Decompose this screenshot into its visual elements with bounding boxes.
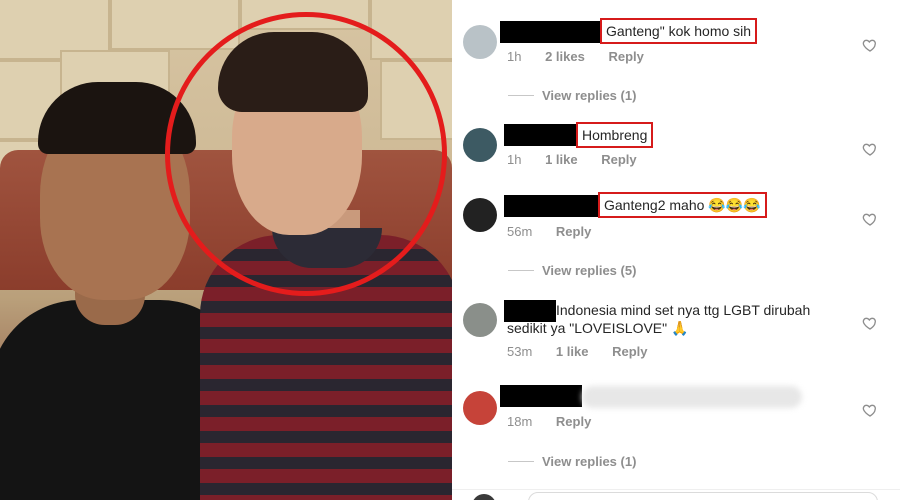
heart-outline-icon[interactable] (862, 141, 878, 157)
likes-count[interactable]: 1 like (556, 344, 589, 359)
view-replies-button[interactable]: View replies (1) (542, 454, 636, 469)
avatar[interactable] (463, 303, 497, 337)
view-replies-line (508, 95, 534, 96)
reply-button[interactable]: Reply (608, 49, 643, 64)
comment-time: 56m (507, 224, 533, 239)
current-user-avatar (472, 494, 496, 500)
heart-outline-icon[interactable] (862, 211, 878, 227)
comment-time: 1h (507, 152, 522, 167)
comment-meta: 56m Reply (507, 224, 611, 239)
add-comment-input[interactable] (528, 492, 878, 500)
redacted-username[interactable] (504, 124, 576, 146)
avatar[interactable] (463, 198, 497, 232)
reply-button[interactable]: Reply (556, 224, 591, 239)
redacted-username[interactable] (500, 385, 582, 407)
comment-text: Ganteng2 maho 😂😂😂 (598, 192, 767, 218)
view-replies-line (508, 461, 534, 462)
divider (452, 489, 900, 490)
comment-text: Hombreng (576, 122, 654, 148)
comment-text: Ganteng" kok homo sih (600, 18, 758, 44)
red-highlight-circle (165, 12, 447, 296)
blurred-comment-text (582, 386, 802, 408)
likes-count[interactable]: 2 likes (545, 49, 585, 64)
reply-button[interactable]: Reply (556, 414, 591, 429)
selfie-photo (0, 0, 452, 500)
view-replies-button[interactable]: View replies (1) (542, 88, 636, 103)
view-replies-button[interactable]: View replies (5) (542, 263, 636, 278)
likes-count[interactable]: 1 like (545, 152, 578, 167)
view-replies-line (508, 270, 534, 271)
avatar[interactable] (463, 25, 497, 59)
redacted-username[interactable] (500, 21, 600, 43)
comment-time: 1h (507, 49, 522, 64)
avatar[interactable] (463, 128, 497, 162)
comment-meta: 1h 2 likes Reply (507, 49, 664, 64)
comment-meta: 18m Reply (507, 414, 611, 429)
redacted-username[interactable] (504, 195, 600, 217)
comment-text-line2: sedikit ya "LOVEISLOVE" 🙏 (507, 320, 689, 336)
comment-time: 53m (507, 344, 533, 359)
heart-outline-icon[interactable] (862, 402, 878, 418)
comment-meta: 1h 1 like Reply (507, 152, 657, 167)
comment-text: Indonesia mind set nya ttg LGBT dirubah (556, 302, 811, 318)
avatar[interactable] (463, 391, 497, 425)
comments-panel: Ganteng" kok homo sih 1h 2 likes Reply V… (452, 0, 900, 500)
reply-button[interactable]: Reply (601, 152, 636, 167)
comment-meta: 53m 1 like Reply (507, 344, 667, 359)
heart-outline-icon[interactable] (862, 315, 878, 331)
reply-button[interactable]: Reply (612, 344, 647, 359)
comment-time: 18m (507, 414, 533, 429)
heart-outline-icon[interactable] (862, 37, 878, 53)
